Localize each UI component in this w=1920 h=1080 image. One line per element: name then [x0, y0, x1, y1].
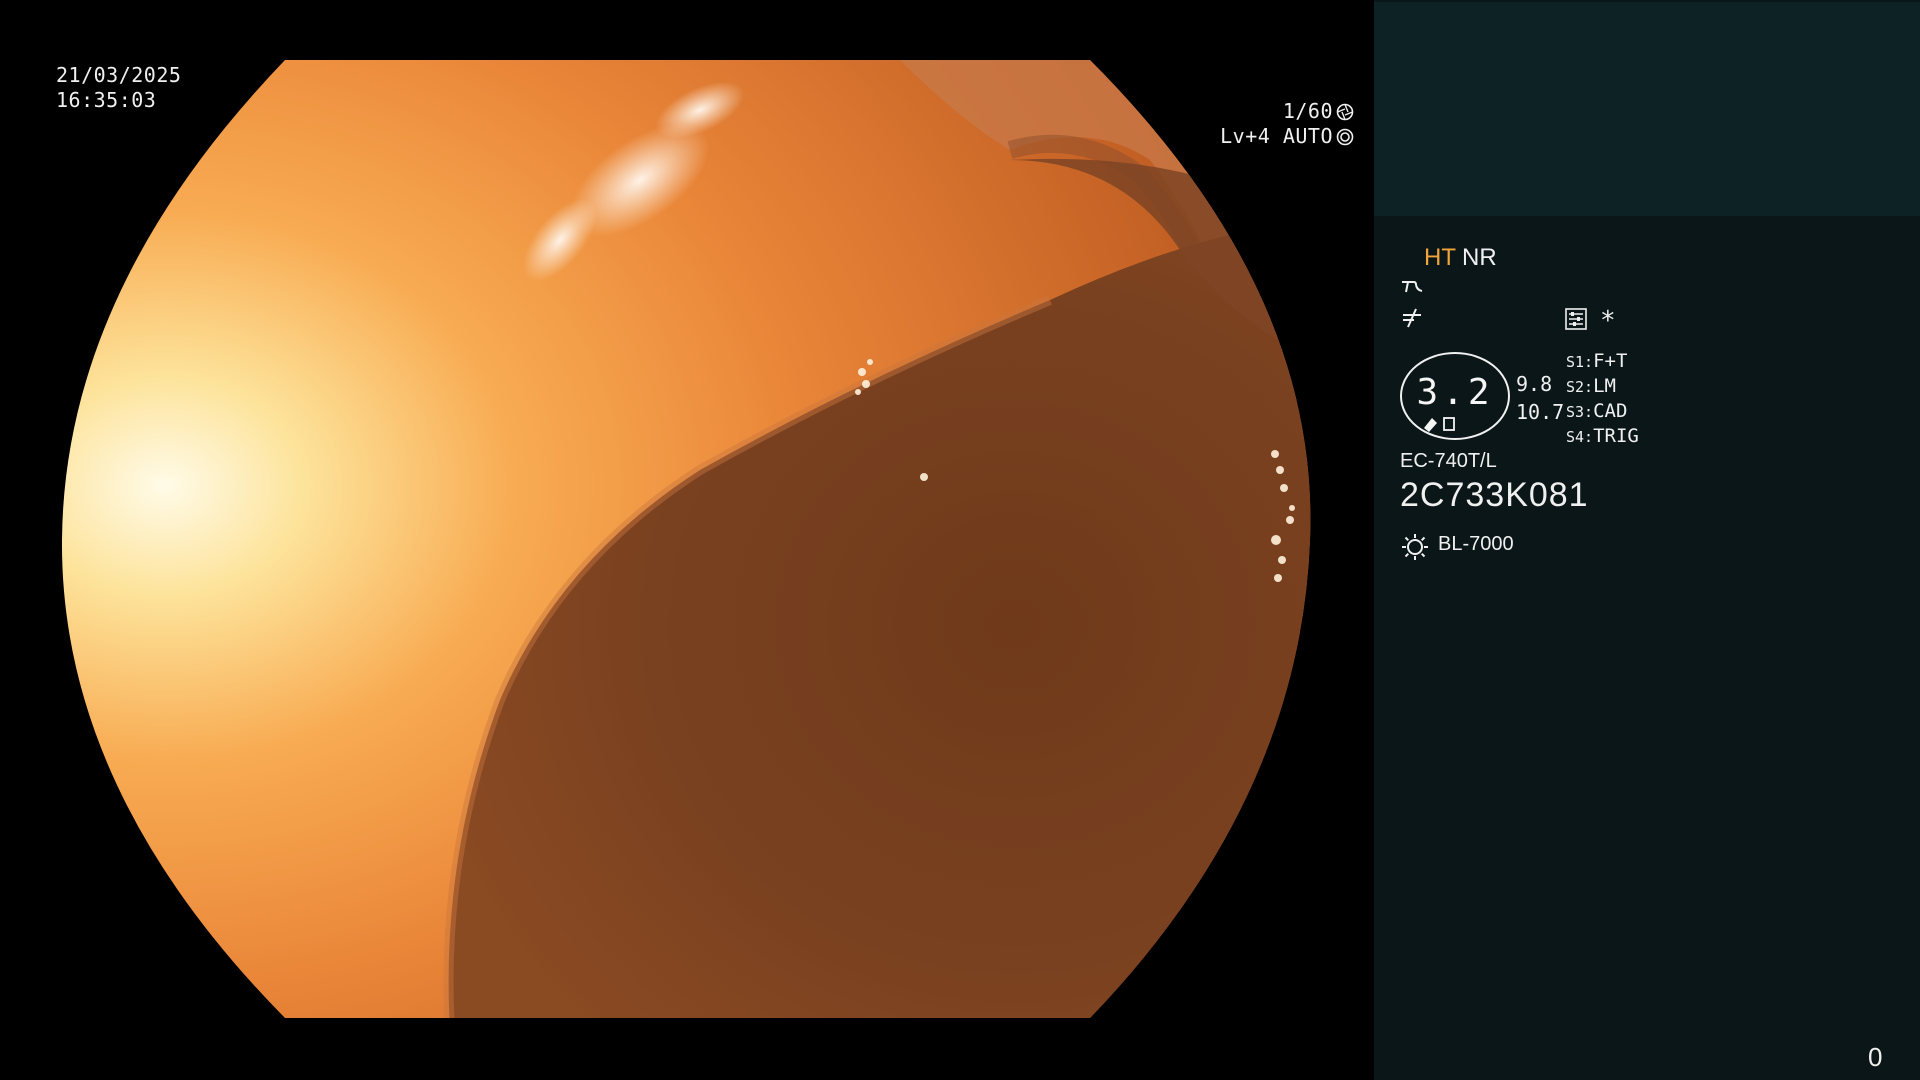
switch-3-value: CAD	[1593, 400, 1628, 422]
not-equal-icon	[1403, 308, 1421, 328]
endoscopic-image	[61, 60, 1311, 1018]
endoscope-view: 21/03/2025 16:35:03 1/60 Lv+4 AUTO	[0, 0, 1372, 1080]
switch-4-key: S4:	[1566, 428, 1594, 446]
switch-2-value: LM	[1593, 375, 1616, 397]
switch-1: S1: F+T	[1566, 350, 1627, 372]
date-time-display: 21/03/2025 16:35:03	[56, 63, 181, 113]
exposure-info: 1/60 Lv+4 AUTO	[1220, 99, 1354, 149]
light-source-label: BL-7000	[1438, 533, 1514, 555]
shutter-aperture-icon	[1336, 103, 1354, 120]
ht-mode-label: HT	[1424, 244, 1456, 271]
preview-area	[1374, 2, 1920, 216]
date-label: 21/03/2025	[56, 63, 182, 87]
switch-4-value: TRIG	[1593, 425, 1639, 447]
image-counter: 0	[1868, 1042, 1883, 1072]
switch-1-key: S1:	[1566, 353, 1594, 371]
sub-value-1: 9.8	[1516, 372, 1553, 396]
scope-model: EC-740T/L	[1400, 450, 1497, 472]
settings-list-icon	[1565, 308, 1587, 330]
switch-3: S3: CAD	[1566, 400, 1627, 422]
sub-value-2: 10.7	[1516, 400, 1565, 424]
zoom-indicator-icon	[1424, 417, 1455, 432]
scope-serial: 2C733K081	[1400, 476, 1589, 514]
info-panel: HT NR * 3.2 9.8 10.7 S1: F+T S2: LM S3: CAD…	[1374, 0, 1920, 1080]
zoom-indicator: 3.2	[1400, 352, 1510, 440]
switch-1-value: F+T	[1593, 350, 1628, 372]
time-label: 16:35:03	[56, 88, 157, 112]
switch-2: S2: LM	[1566, 375, 1616, 397]
zoom-value: 3.2	[1416, 372, 1494, 413]
light-source-icon	[1402, 534, 1428, 560]
star-indicator: *	[1600, 306, 1616, 336]
switch-4: S4: TRIG	[1566, 425, 1639, 447]
shutter-speed-label: 1/60	[1282, 99, 1333, 123]
switch-2-key: S2:	[1566, 378, 1594, 396]
switch-3-key: S3:	[1566, 403, 1594, 421]
wave-icon	[1402, 281, 1423, 293]
brightness-level-label: Lv+4 AUTO	[1220, 124, 1333, 148]
auto-iris-icon	[1336, 128, 1354, 145]
nr-mode-label: NR	[1462, 244, 1497, 271]
